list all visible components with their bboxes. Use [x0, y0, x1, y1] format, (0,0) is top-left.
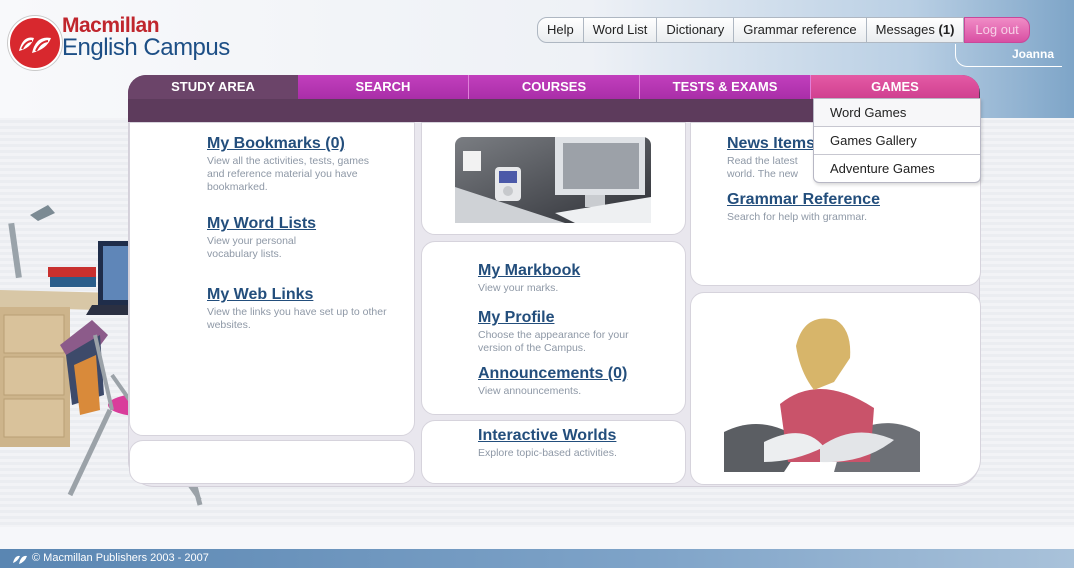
- my-web-links-link[interactable]: My Web Links: [207, 286, 313, 304]
- grammar-reference-desc: Search for help with grammar.: [727, 211, 868, 223]
- logout-button[interactable]: Log out: [964, 17, 1030, 43]
- interactive-worlds-link[interactable]: Interactive Worlds: [478, 427, 616, 445]
- personal-links-card: My Bookmarks (0) View all the activities…: [129, 122, 415, 436]
- games-dropdown-menu: Word Games Games Gallery Adventure Games: [813, 98, 981, 183]
- worlds-card: Interactive Worlds Explore topic-based a…: [421, 420, 686, 484]
- messages-label: Messages: [875, 22, 935, 37]
- interactive-worlds-desc: Explore topic-based activities.: [478, 447, 617, 459]
- technology-image: [455, 137, 651, 223]
- announcements-desc: View announcements.: [478, 385, 582, 397]
- my-markbook-link[interactable]: My Markbook: [478, 262, 580, 280]
- help-link[interactable]: Help: [537, 17, 584, 43]
- messages-link[interactable]: Messages (1): [866, 17, 965, 43]
- macmillan-small-icon: [13, 555, 27, 564]
- tab-search[interactable]: SEARCH: [298, 75, 469, 99]
- brand-product: English Campus: [62, 34, 230, 61]
- my-bookmarks-link[interactable]: My Bookmarks (0): [207, 135, 345, 153]
- grammar-reference-link[interactable]: Grammar reference: [734, 17, 867, 43]
- menu-item-word-games[interactable]: Word Games: [814, 99, 980, 126]
- utility-bar: Help Word List Dictionary Grammar refere…: [537, 17, 1030, 43]
- messages-count: (1): [938, 22, 955, 37]
- announcements-link[interactable]: Announcements (0): [478, 365, 627, 383]
- my-word-lists-desc: View your personal vocabulary lists.: [207, 235, 297, 260]
- student-photo: [724, 318, 920, 472]
- my-profile-desc: Choose the appearance for your version o…: [478, 329, 629, 354]
- grammar-reference-card-link[interactable]: Grammar Reference: [727, 191, 880, 209]
- menu-item-games-gallery[interactable]: Games Gallery: [814, 126, 980, 154]
- tab-study-area[interactable]: STUDY AREA: [128, 75, 298, 99]
- empty-card: [129, 440, 415, 484]
- my-bookmarks-desc: View all the activities, tests, games an…: [207, 155, 370, 193]
- tab-courses[interactable]: COURSES: [469, 75, 640, 99]
- copyright-text: © Macmillan Publishers 2003 - 2007: [32, 552, 209, 564]
- tab-tests-exams[interactable]: TESTS & EXAMS: [640, 75, 811, 99]
- news-items-link[interactable]: News Items: [727, 135, 815, 153]
- my-web-links-desc: View the links you have set up to other …: [207, 306, 387, 331]
- news-items-desc-1: Read the latest: [727, 155, 798, 167]
- user-name: Joanna: [1012, 47, 1055, 61]
- dictionary-link[interactable]: Dictionary: [657, 17, 735, 43]
- footer: © Macmillan Publishers 2003 - 2007: [0, 549, 1074, 568]
- my-word-lists-link[interactable]: My Word Lists: [207, 215, 316, 233]
- my-markbook-desc: View your marks.: [478, 282, 559, 294]
- records-card: My Markbook View your marks. My Profile …: [421, 241, 686, 415]
- news-items-desc-2: world. The new: [727, 168, 799, 180]
- tab-games[interactable]: GAMES: [811, 75, 979, 99]
- menu-item-adventure-games[interactable]: Adventure Games: [814, 154, 980, 182]
- lower-band: [0, 527, 1074, 549]
- my-profile-link[interactable]: My Profile: [478, 309, 554, 327]
- word-list-link[interactable]: Word List: [583, 17, 658, 43]
- macmillan-logo-icon: [8, 16, 62, 70]
